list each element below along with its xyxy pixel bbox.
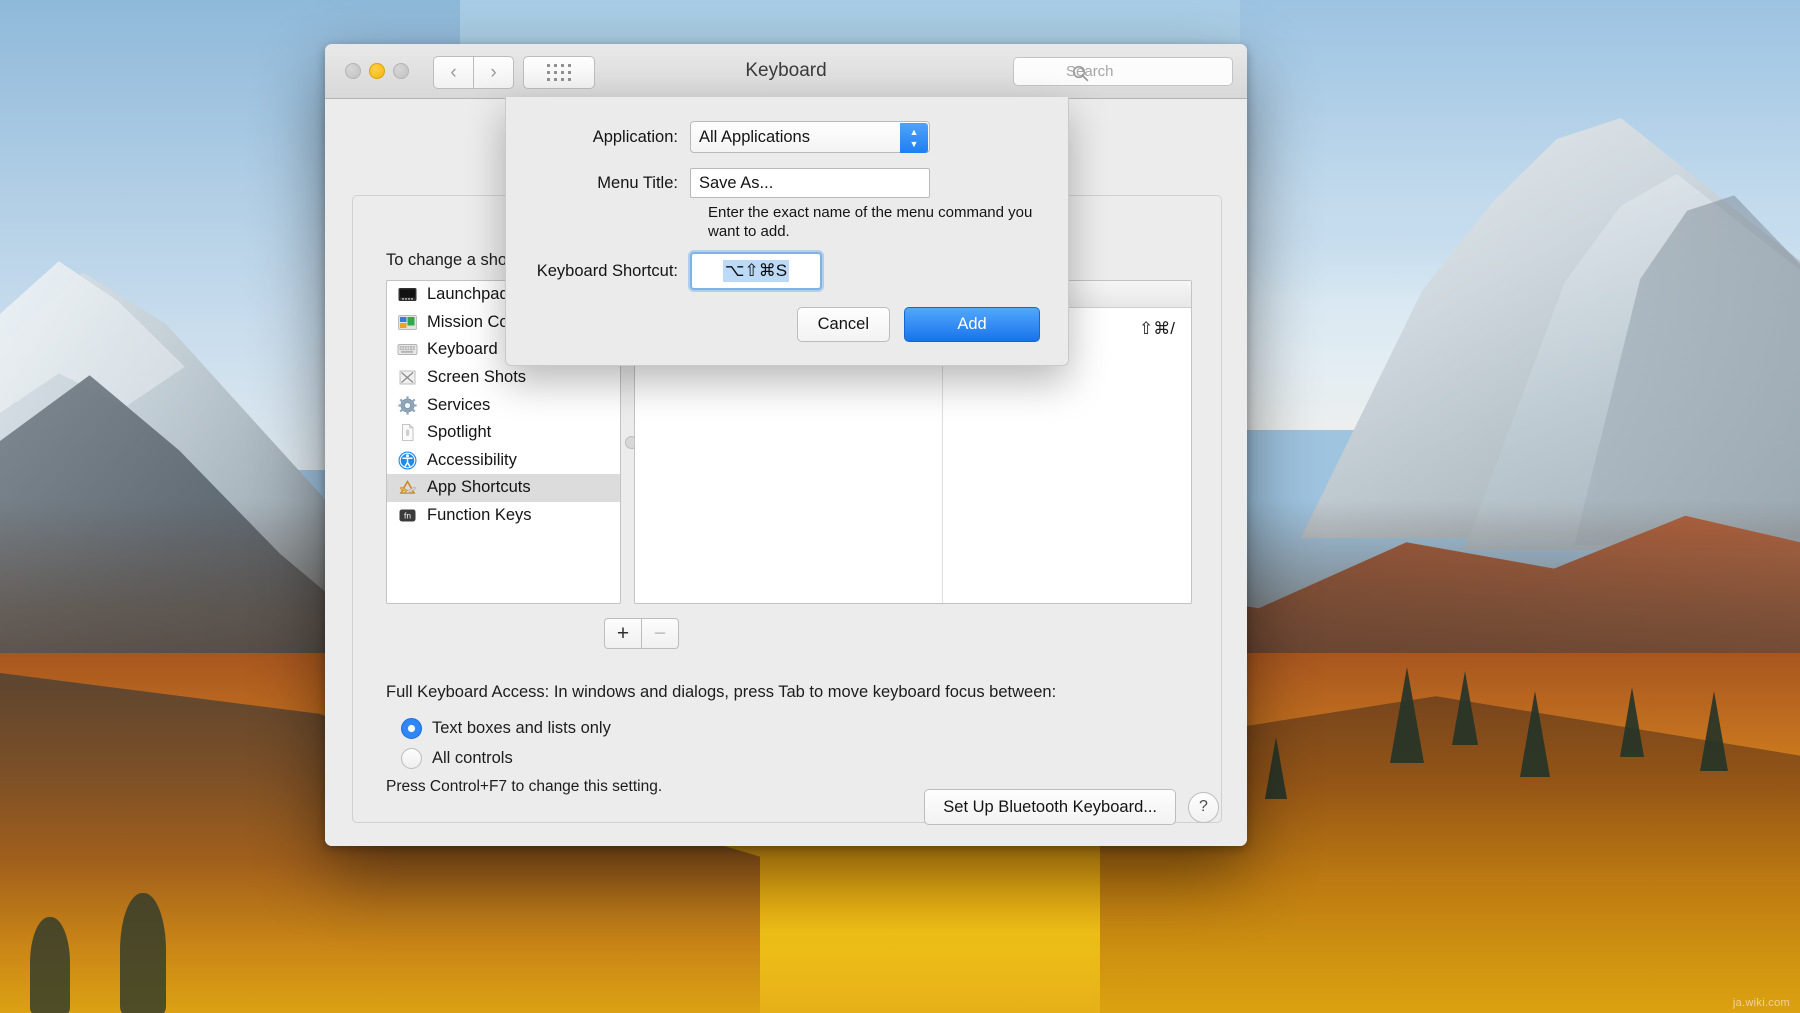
keyboard-shortcut-label: Keyboard Shortcut:: [506, 262, 678, 281]
full-keyboard-access-label: Full Keyboard Access: In windows and dia…: [386, 683, 1056, 702]
minimize-window-button[interactable]: [369, 63, 385, 79]
radio-button-selected-icon[interactable]: [401, 718, 422, 739]
chevron-updown-icon[interactable]: ▲▼: [900, 123, 928, 153]
application-popup-value: All Applications: [699, 128, 810, 147]
list-item-label: Services: [427, 396, 490, 415]
keyboard-shortcut-row: Keyboard Shortcut: ⌥⇧⌘S: [506, 252, 936, 290]
cancel-button[interactable]: Cancel: [797, 307, 890, 342]
radio-label: Text boxes and lists only: [432, 719, 611, 738]
tree-icon: [30, 917, 70, 1013]
back-button[interactable]: ‹: [433, 56, 473, 89]
radio-all-controls[interactable]: All controls: [401, 743, 611, 773]
application-row: Application: All Applications ▲▼: [506, 121, 936, 153]
shortcut-key-value[interactable]: ⇧⌘/: [1139, 319, 1175, 339]
sheet-buttons: Cancel Add: [797, 307, 1040, 342]
menu-title-hint: Enter the exact name of the menu command…: [708, 203, 1038, 241]
list-item[interactable]: Services: [387, 391, 620, 419]
search-icon: [1072, 65, 1089, 82]
list-item-label: Spotlight: [427, 423, 491, 442]
help-button[interactable]: ?: [1188, 792, 1219, 823]
search-field[interactable]: [1013, 57, 1233, 86]
list-item-label: Screen Shots: [427, 368, 526, 387]
menu-title-value: Save As...: [699, 174, 773, 193]
function-keys-icon: fn: [397, 505, 418, 526]
services-gear-icon: [397, 395, 418, 416]
zoom-window-button[interactable]: [393, 63, 409, 79]
list-item[interactable]: fn Function Keys: [387, 502, 620, 530]
add-shortcut-sheet: Application: All Applications ▲▼ Menu Ti…: [505, 97, 1069, 366]
grid-icon: [547, 64, 572, 82]
svg-text:fn: fn: [404, 511, 411, 521]
keyboard-shortcut-value: ⌥⇧⌘S: [723, 260, 789, 282]
wallpaper-watermark: ja.wiki.com: [1733, 997, 1790, 1009]
accessibility-icon: [397, 450, 418, 471]
launchpad-icon: [397, 284, 418, 305]
navigation-buttons: ‹ ›: [433, 56, 514, 89]
sidebar-item-label: App Shortcuts: [427, 478, 531, 497]
tree-icon: [120, 893, 166, 1013]
keyboard-icon: [397, 339, 418, 360]
close-window-button[interactable]: [345, 63, 361, 79]
radio-text-boxes-and-lists[interactable]: Text boxes and lists only: [401, 713, 611, 743]
add-shortcut-button[interactable]: +: [604, 618, 641, 649]
app-shortcuts-icon: [397, 477, 418, 498]
list-item-label: Function Keys: [427, 506, 532, 525]
list-item[interactable]: Accessibility: [387, 447, 620, 475]
keyboard-preferences-window: ‹ › Keyboard To change a shortcut, selec…: [325, 44, 1247, 846]
add-button[interactable]: Add: [904, 307, 1040, 342]
list-item[interactable]: Screen Shots: [387, 364, 620, 392]
menu-title-input[interactable]: Save As...: [690, 168, 930, 198]
spotlight-icon: [397, 422, 418, 443]
list-item[interactable]: Spotlight: [387, 419, 620, 447]
keyboard-shortcut-input[interactable]: ⌥⇧⌘S: [690, 252, 822, 290]
application-label: Application:: [506, 128, 678, 147]
mission-control-icon: [397, 312, 418, 333]
screenshot-icon: [397, 367, 418, 388]
control-f7-note: Press Control+F7 to change this setting.: [386, 778, 662, 796]
full-keyboard-access-radios: Text boxes and lists only All controls: [401, 713, 611, 773]
list-item-label: Accessibility: [427, 451, 517, 470]
add-remove-buttons: + −: [604, 618, 679, 649]
radio-label: All controls: [432, 749, 513, 768]
traffic-lights: [345, 63, 409, 79]
window-bottom-bar: Set Up Bluetooth Keyboard... ?: [924, 789, 1219, 825]
list-item-label: Keyboard: [427, 340, 498, 359]
window-titlebar: ‹ › Keyboard: [325, 44, 1247, 99]
radio-button-icon[interactable]: [401, 748, 422, 769]
application-popup-button[interactable]: All Applications ▲▼: [690, 121, 930, 153]
show-all-button[interactable]: [523, 56, 595, 89]
sidebar-item-app-shortcuts[interactable]: App Shortcuts: [387, 474, 620, 502]
set-up-bluetooth-keyboard-button[interactable]: Set Up Bluetooth Keyboard...: [924, 789, 1176, 825]
menu-title-row: Menu Title: Save As...: [506, 168, 936, 198]
forward-button[interactable]: ›: [473, 56, 514, 89]
menu-title-label: Menu Title:: [506, 174, 678, 193]
remove-shortcut-button: −: [641, 618, 679, 649]
